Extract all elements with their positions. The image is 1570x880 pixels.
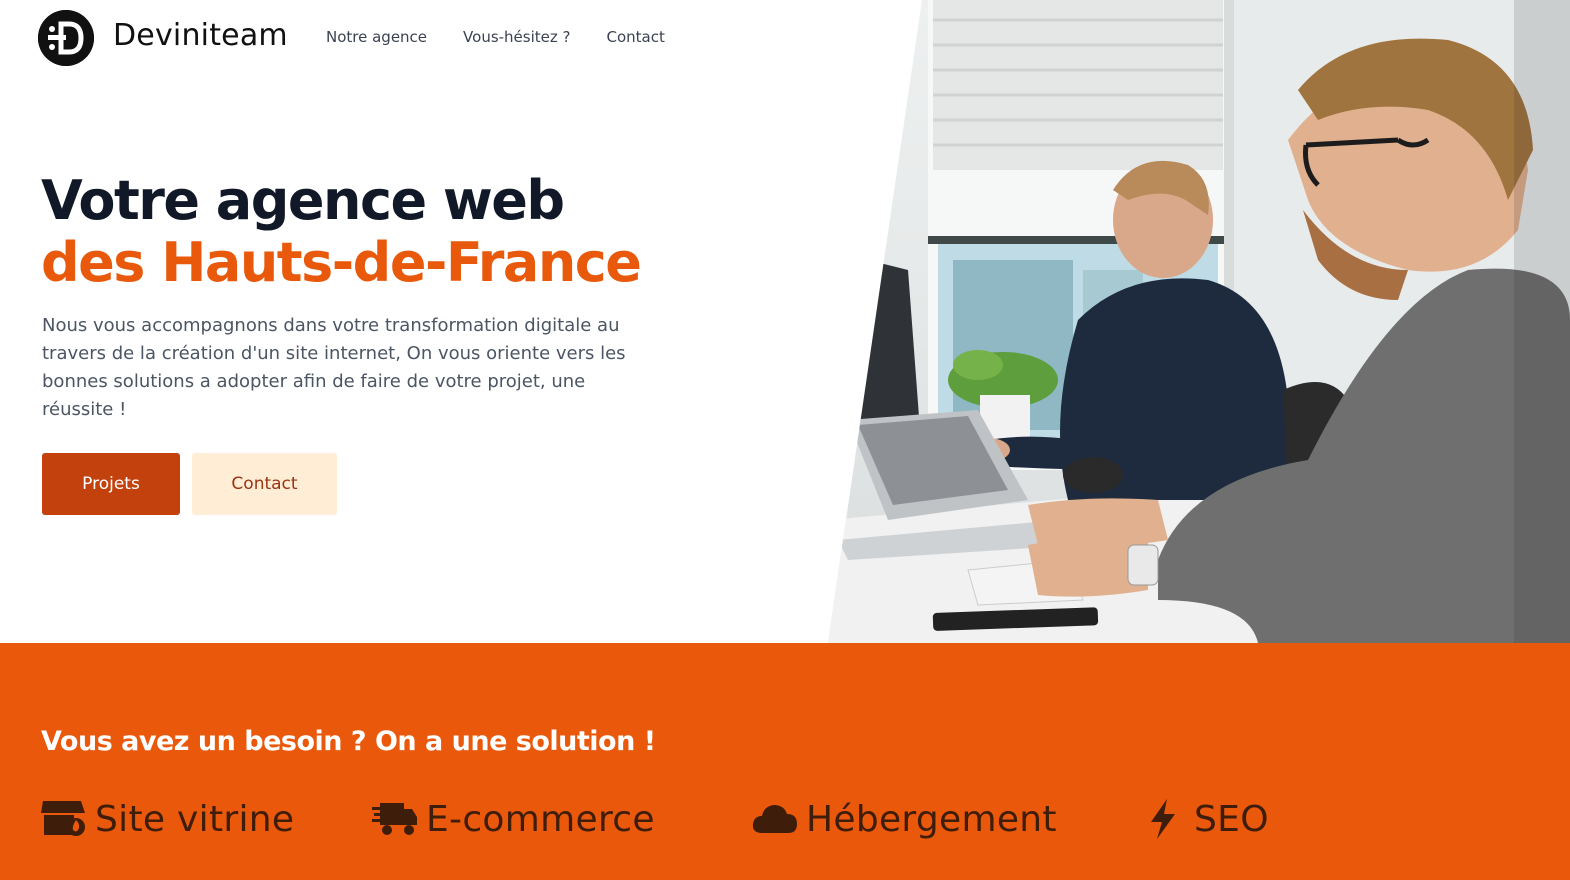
services-title: Vous avez un besoin ? On a une solution …: [41, 726, 656, 757]
brand-name[interactable]: Deviniteam: [113, 18, 288, 53]
service-label: SEO: [1194, 798, 1269, 840]
hero-headline: Votre agence web des Hauts-de-France: [41, 170, 681, 294]
main-nav: Notre agence Vous-hésitez ? Contact: [326, 28, 665, 46]
bolt-icon: [1140, 796, 1186, 842]
service-seo[interactable]: SEO: [1140, 796, 1269, 842]
nav-item-contact[interactable]: Contact: [607, 28, 665, 46]
headline-main: Votre agence web: [41, 169, 565, 232]
service-hebergement[interactable]: Hébergement: [752, 796, 1057, 842]
headline-highlight: des Hauts-de-France: [41, 231, 642, 294]
service-e-commerce[interactable]: E-commerce: [372, 796, 655, 842]
contact-button[interactable]: Contact: [192, 453, 337, 515]
cloud-icon: [752, 796, 798, 842]
projets-button[interactable]: Projets: [42, 453, 180, 515]
service-label: Hébergement: [806, 798, 1057, 840]
nav-item-vous-hesitez[interactable]: Vous-hésitez ?: [463, 28, 570, 46]
hero-description: Nous vous accompagnons dans votre transf…: [42, 315, 626, 420]
service-site-vitrine[interactable]: Site vitrine: [41, 796, 294, 842]
nav-item-notre-agence[interactable]: Notre agence: [326, 28, 427, 46]
office-workers-illustration: [828, 0, 1570, 643]
storefront-icon: [41, 796, 87, 842]
service-label: Site vitrine: [95, 798, 295, 840]
hero-section: Deviniteam Notre agence Vous-hésitez ? C…: [0, 0, 1570, 643]
truck-fast-icon: [372, 796, 418, 842]
deviniteam-logo-icon[interactable]: [38, 10, 94, 66]
hero-photo: [828, 0, 1570, 643]
service-label: E-commerce: [426, 798, 655, 840]
services-section: Vous avez un besoin ? On a une solution …: [0, 643, 1570, 880]
